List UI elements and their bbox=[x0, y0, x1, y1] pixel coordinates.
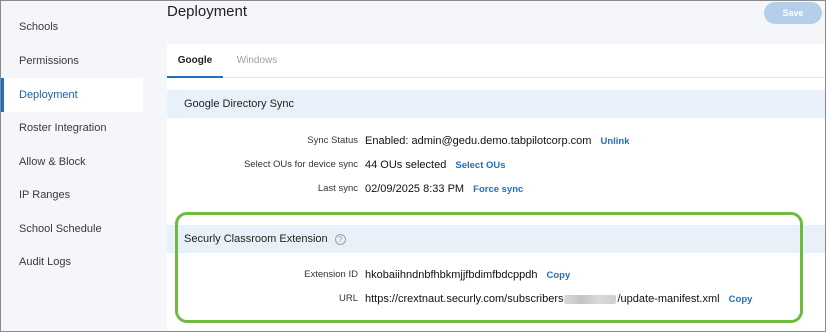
deployment-card: Google Windows Google Directory Sync Syn… bbox=[167, 44, 825, 331]
save-button[interactable]: Save bbox=[764, 2, 822, 24]
copy-extension-id-link[interactable]: Copy bbox=[547, 270, 571, 281]
sync-status-label: Sync Status bbox=[307, 135, 358, 146]
select-ous-link[interactable]: Select OUs bbox=[455, 160, 505, 171]
sidebar-item-deployment[interactable]: Deployment bbox=[1, 78, 143, 112]
extension-id-value: hkobaiihndnbfhbkmjjfbdimfbdcppdh bbox=[365, 269, 538, 281]
extension-id-row: Extension ID hkobaiihndnbfhbkmjjfbdimfbd… bbox=[167, 266, 825, 284]
google-sync-header: Google Directory Sync bbox=[167, 90, 825, 118]
tab-windows[interactable]: Windows bbox=[227, 44, 287, 78]
last-sync-row: Last sync 02/09/2025 8:33 PM Force sync bbox=[167, 180, 825, 198]
extension-id-value-wrap: hkobaiihndnbfhbkmjjfbdimfbdcppdh Copy bbox=[365, 266, 570, 285]
sync-status-value-wrap: Enabled: admin@gedu.demo.tabpilotcorp.co… bbox=[365, 132, 630, 151]
sync-status-value: Enabled: admin@gedu.demo.tabpilotcorp.co… bbox=[365, 135, 592, 147]
last-sync-value-wrap: 02/09/2025 8:33 PM Force sync bbox=[365, 180, 523, 199]
unlink-link[interactable]: Unlink bbox=[600, 136, 629, 147]
ous-row: Select OUs for device sync 44 OUs select… bbox=[167, 156, 825, 174]
tab-bar: Google Windows bbox=[167, 44, 825, 78]
url-value-wrap: https://crextnaut.securly.com/subscriber… bbox=[365, 290, 752, 309]
sidebar-item-schools[interactable]: Schools bbox=[1, 10, 143, 44]
last-sync-label: Last sync bbox=[317, 183, 358, 194]
url-suffix: /update-manifest.xml bbox=[617, 293, 720, 305]
sidebar: Schools Permissions Deployment Roster In… bbox=[1, 1, 143, 331]
extension-header: Securly Classroom Extension ? bbox=[167, 225, 825, 253]
redacted-blur bbox=[564, 294, 617, 304]
sidebar-item-roster-integration[interactable]: Roster Integration bbox=[1, 111, 143, 145]
url-label: URL bbox=[338, 293, 358, 304]
url-prefix: https://crextnaut.securly.com/subscriber… bbox=[365, 293, 564, 305]
sidebar-item-permissions[interactable]: Permissions bbox=[1, 44, 143, 78]
sidebar-item-audit-logs[interactable]: Audit Logs bbox=[1, 245, 143, 279]
extension-id-label: Extension ID bbox=[304, 269, 358, 280]
google-sync-title: Google Directory Sync bbox=[184, 98, 295, 110]
sidebar-item-school-schedule[interactable]: School Schedule bbox=[1, 212, 143, 246]
sidebar-item-ip-ranges[interactable]: IP Ranges bbox=[1, 178, 143, 212]
ous-value-wrap: 44 OUs selected Select OUs bbox=[365, 156, 506, 175]
sync-status-row: Sync Status Enabled: admin@gedu.demo.tab… bbox=[167, 132, 825, 150]
copy-url-link[interactable]: Copy bbox=[729, 294, 753, 305]
sidebar-item-allow-block[interactable]: Allow & Block bbox=[1, 145, 143, 179]
last-sync-value: 02/09/2025 8:33 PM bbox=[365, 183, 465, 195]
force-sync-link[interactable]: Force sync bbox=[473, 184, 523, 195]
url-row: URL https://crextnaut.securly.com/subscr… bbox=[167, 290, 825, 308]
main-content: Deployment Save Google Windows Google Di… bbox=[143, 1, 825, 331]
ous-value: 44 OUs selected bbox=[365, 159, 447, 171]
tab-google[interactable]: Google bbox=[167, 44, 223, 78]
help-icon[interactable]: ? bbox=[334, 233, 346, 245]
ous-label: Select OUs for device sync bbox=[243, 159, 358, 170]
page-title: Deployment bbox=[167, 3, 248, 20]
extension-title: Securly Classroom Extension bbox=[184, 233, 328, 245]
